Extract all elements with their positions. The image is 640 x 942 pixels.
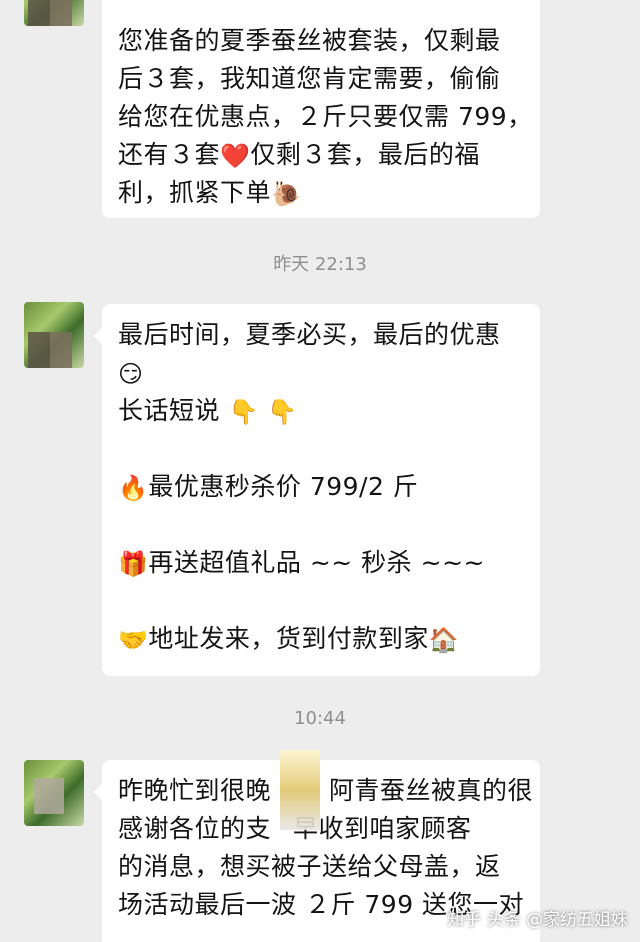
gift-icon: 🎁 — [118, 550, 149, 578]
censor-blur-overlay — [280, 750, 320, 830]
avatar-pixelated — [34, 778, 64, 814]
point-down-icon: 👇 — [228, 398, 259, 426]
message-line: 感谢各位的支 早收到咱家顾客 — [118, 810, 524, 848]
message-text: 利，抓紧下单 — [118, 178, 272, 207]
message-line: 利，抓紧下单🐌 — [118, 174, 524, 212]
snail-icon: 🐌 — [271, 180, 302, 208]
message-line: 🎁再送超值礼品 ~~ 秒杀 ~~~ — [118, 544, 524, 582]
timestamp: 昨天 22:13 — [273, 254, 367, 275]
message-text: 还有３套 — [118, 140, 221, 169]
message-text: 感谢各位的支 — [118, 814, 272, 843]
message-line: 最后时间，夏季必买，最后的优惠 — [118, 320, 501, 349]
message-line: 😏 — [118, 354, 524, 392]
chat-window: 您准备的夏季蚕丝被套装，仅剩最 后３套，我知道您肯定需要，偷偷 给您在优惠点，２… — [0, 0, 640, 942]
message-line: 的消息，想买被子送给父母盖，返 — [118, 852, 501, 881]
house-icon: 🏠 — [428, 626, 460, 654]
message-line: 昨晚忙到很晚 阿青蚕丝被真的很 — [118, 772, 533, 810]
point-down-icon: 👇 — [267, 398, 298, 426]
heart-icon: ❤️ — [220, 142, 251, 170]
avatar-pixelated — [28, 332, 72, 368]
smirk-emoji-icon: 😏 — [118, 360, 144, 388]
message-text: 仅剩３套，最后的福 — [250, 140, 480, 169]
message-line: 🔥最优惠秒杀价 799/2 斤 — [118, 468, 524, 506]
avatar[interactable] — [24, 760, 84, 826]
message-text: 阿青蚕丝被真的很 — [329, 776, 534, 805]
watermark: 知乎 头条 @家纺五姐妹 — [447, 910, 628, 930]
message-line: 您准备的夏季蚕丝被套装，仅剩最 — [118, 26, 501, 55]
message-text: 再送超值礼品 ~~ 秒杀 ~~~ — [148, 548, 485, 577]
avatar[interactable] — [24, 302, 84, 368]
message-text: 昨晚忙到很晚 — [118, 776, 272, 805]
message-bubble-2[interactable]: 最后时间，夏季必买，最后的优惠 😏 长话短说 👇 👇 🔥最优惠秒杀价 799/2… — [94, 304, 540, 676]
message-line: 给您在优惠点，２斤只要仅需 799， — [118, 102, 533, 131]
message-line: 后３套，我知道您肯定需要，偷偷 — [118, 64, 501, 93]
message-bubble-1[interactable]: 您准备的夏季蚕丝被套装，仅剩最 后３套，我知道您肯定需要，偷偷 给您在优惠点，２… — [102, 0, 540, 218]
fire-icon: 🔥 — [118, 474, 149, 502]
avatar[interactable] — [24, 0, 84, 26]
handshake-icon: 🤝 — [118, 626, 149, 654]
message-text: 最优惠秒杀价 799/2 斤 — [148, 472, 419, 501]
message-line: 🤝地址发来，货到付款到家🏠 — [118, 620, 524, 658]
message-text: 地址发来，货到付款到家 — [148, 624, 429, 653]
message-text: 长话短说 — [118, 396, 221, 425]
message-line: 还有３套❤️仅剩３套，最后的福 — [118, 136, 524, 174]
avatar-pixelated — [28, 0, 72, 26]
timestamp: 10:44 — [294, 708, 346, 729]
message-line: 长话短说 👇 👇 — [118, 392, 524, 430]
